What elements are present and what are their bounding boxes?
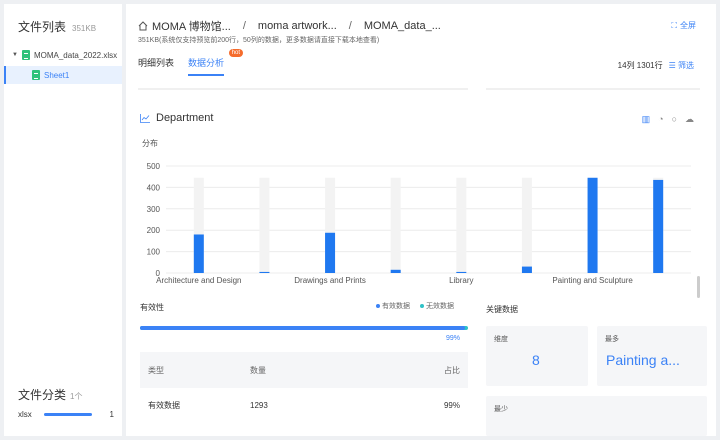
legend-valid: 有效数据 (376, 301, 410, 311)
department-bar-chart: 0100200300400500Architecture and Design D… (147, 162, 691, 285)
x-tick-label: Painting and Sculpture (552, 276, 633, 285)
y-tick-label: 300 (147, 205, 161, 214)
least-label: 最少 (494, 406, 508, 413)
file-tree-item[interactable]: ▼ MOMA_data_2022.xlsx (12, 50, 117, 60)
bar (259, 271, 270, 273)
pie-chart-icon[interactable]: ◔ (658, 114, 663, 125)
x-tick-label: Library (449, 276, 473, 285)
bar (653, 179, 664, 273)
tab-data-analysis[interactable]: 数据分析 hot (188, 49, 244, 76)
hot-badge: hot (228, 49, 244, 57)
table-row: 有效数据 1293 99% (140, 388, 468, 422)
row-info: 14列 1301行 ☰ 筛选 (618, 60, 694, 71)
breadcrumb-item[interactable]: MOMA 博物馆... (152, 18, 231, 34)
cloud-icon[interactable]: ☁ (685, 114, 694, 125)
excel-file-icon (21, 50, 30, 60)
y-tick-label: 200 (147, 226, 161, 235)
cell-pct: 99% (443, 400, 460, 410)
row-col-count: 14列 1301行 (617, 61, 663, 70)
divider (138, 88, 468, 90)
category-row[interactable]: xlsx 1 (18, 410, 114, 419)
chart-type-tools: ▥ ◔ ○ ☁ (642, 114, 694, 125)
sheet-name: Sheet1 (44, 70, 70, 80)
y-tick-label: 100 (147, 248, 161, 257)
bar (193, 234, 204, 273)
category-num: 1 (109, 410, 114, 419)
bar (325, 232, 336, 273)
legend-invalid: 无效数据 (420, 301, 454, 311)
file-size: 351KB (72, 24, 97, 33)
bar (456, 271, 467, 273)
caret-down-icon[interactable]: ▼ (12, 52, 18, 58)
file-sidebar: 文件列表 351KB ▼ MOMA_data_2022.xlsx Sheet1 文… (4, 4, 122, 436)
bar (587, 177, 598, 273)
tabs: 明细列表 数据分析 hot (138, 49, 244, 76)
line-chart-icon (140, 113, 150, 123)
bar-track (521, 177, 532, 273)
bar (521, 266, 532, 273)
least-card: 最少 (486, 396, 707, 436)
department-title: Department (140, 112, 213, 124)
scrollbar[interactable] (697, 276, 700, 298)
bar (390, 269, 401, 273)
key-data-title: 关键数据 (486, 305, 518, 314)
bar-track (390, 177, 401, 273)
validity-legend: 有效数据 无效数据 (376, 301, 454, 311)
table-header: 类型 数量 占比 (140, 352, 468, 388)
file-category-title: 文件分类 1个 (18, 388, 83, 402)
bar-chart-icon[interactable]: ▥ (642, 114, 651, 125)
most-label: 最多 (605, 336, 619, 343)
fullscreen-button[interactable]: ⛶ 全屏 (671, 20, 696, 31)
y-tick-label: 500 (147, 162, 161, 171)
home-icon[interactable] (138, 21, 148, 31)
validity-table: 类型 数量 占比 有效数据 1293 99% (140, 352, 468, 422)
col-type: 类型 (148, 365, 164, 375)
cell-type: 有效数据 (148, 400, 180, 410)
filter-button[interactable]: ☰ 筛选 (669, 60, 694, 71)
sheet-icon (32, 70, 40, 80)
validity-title: 有效性 (140, 303, 164, 312)
breadcrumb-item[interactable]: moma artwork... (258, 20, 337, 32)
breadcrumb: MOMA 博物馆... / moma artwork... / MOMA_dat… (138, 18, 441, 34)
dimension-value: 8 (532, 352, 540, 368)
file-name: MOMA_data_2022.xlsx (33, 50, 118, 60)
dimension-card: 维度 8 (486, 326, 588, 386)
x-tick-label: Drawings and Prints (294, 276, 366, 285)
expand-icon: ⛶ (671, 20, 677, 30)
col-pct: 占比 (444, 365, 460, 375)
cell-count: 1293 (250, 400, 268, 410)
x-tick-label: Architecture and Design (156, 276, 241, 285)
category-bar (43, 413, 92, 416)
sheet-item[interactable]: Sheet1 (4, 66, 122, 84)
y-tick-label: 400 (147, 183, 161, 192)
donut-chart-icon[interactable]: ○ (672, 114, 677, 125)
breadcrumb-item: MOMA_data_... (363, 20, 441, 32)
bar-track (456, 177, 467, 273)
category-ext: xlsx (18, 410, 32, 419)
validity-progress-fill (140, 326, 465, 330)
col-count: 数量 (250, 365, 266, 375)
main-panel: MOMA 博物馆... / moma artwork... / MOMA_dat… (126, 4, 716, 436)
dimension-label: 维度 (494, 336, 508, 343)
validity-percent: 99% (446, 335, 461, 342)
distribution-label: 分布 (142, 139, 158, 148)
file-info: 351KB(系统仅支持预览前200行，50列的数据，更多数据请直接下载本地查看) (138, 37, 380, 44)
file-list-title: 文件列表 351KB (18, 20, 97, 34)
divider (486, 88, 700, 90)
validity-progress (140, 326, 468, 330)
most-card: 最多 Painting a... (597, 326, 707, 386)
bar-track (259, 177, 270, 273)
most-value: Painting a... (606, 352, 680, 368)
tab-detail-list[interactable]: 明细列表 (138, 56, 174, 76)
category-count: 1个 (70, 392, 83, 401)
